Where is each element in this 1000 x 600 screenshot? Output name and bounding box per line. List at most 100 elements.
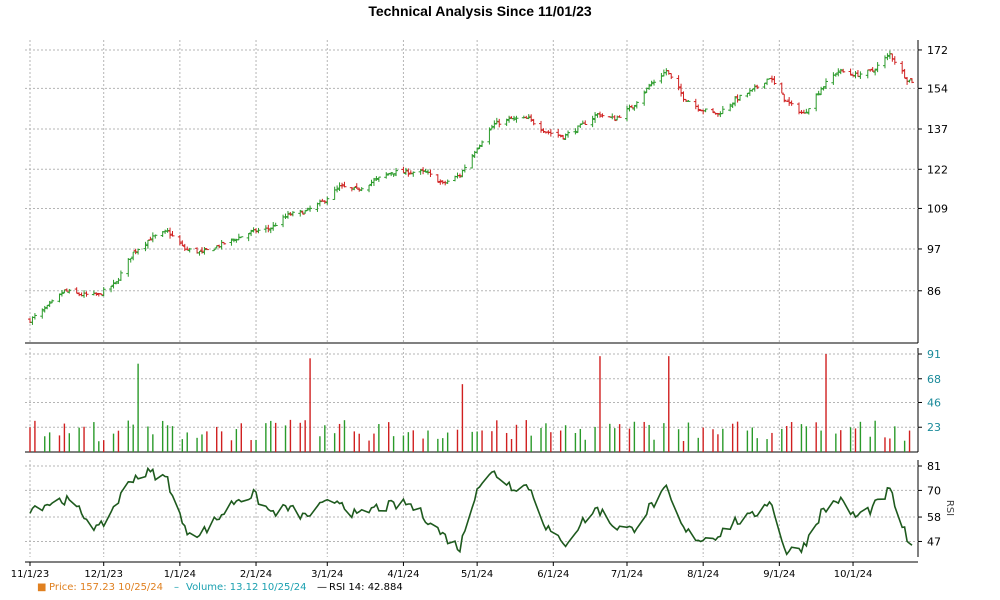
ohlc-bar xyxy=(563,133,568,140)
ohlc-bar xyxy=(116,277,121,284)
ohlc-bar xyxy=(784,100,789,102)
ohlc-bar xyxy=(340,182,345,189)
ohlc-bar xyxy=(865,69,870,79)
rsi-tick-label: 47 xyxy=(927,535,941,548)
ohlc-bar xyxy=(902,68,907,79)
ohlc-bar xyxy=(681,91,686,102)
x-tick-label: 10/1/24 xyxy=(834,569,873,580)
ohlc-bar xyxy=(855,70,860,77)
ohlc-bar xyxy=(32,313,37,320)
ohlc-bar xyxy=(504,118,509,126)
ohlc-bar xyxy=(718,111,723,118)
ohlc-bar xyxy=(747,88,752,96)
rsi-tick-label: 81 xyxy=(927,460,941,473)
ohlc-bar xyxy=(593,112,598,123)
ohlc-bar xyxy=(212,248,217,252)
ohlc-bar xyxy=(890,53,895,62)
chart-title: Technical Analysis Since 11/01/23 xyxy=(368,3,592,19)
ohlc-bar xyxy=(84,291,89,297)
ohlc-bar xyxy=(779,82,784,94)
ohlc-bar xyxy=(150,232,155,243)
ohlc-bar xyxy=(480,140,485,148)
ohlc-bar xyxy=(99,293,104,296)
volume-panel: 91 68 46 23 xyxy=(25,348,941,453)
ohlc-bar xyxy=(750,88,755,92)
ohlc-bar xyxy=(428,169,433,178)
rsi-tick-label: 70 xyxy=(927,484,941,497)
ohlc-bar xyxy=(285,210,290,219)
ohlc-bar xyxy=(887,50,892,59)
ohlc-bar xyxy=(875,62,880,73)
ohlc-bar xyxy=(401,166,406,174)
ohlc-bar xyxy=(806,108,811,115)
ohlc-bar xyxy=(246,233,251,242)
ohlc-bar xyxy=(728,103,733,112)
ohlc-bar xyxy=(411,171,416,177)
ohlc-bar xyxy=(831,72,836,85)
ohlc-bar xyxy=(168,227,173,239)
rsi-tick-label: 58 xyxy=(927,511,941,524)
ohlc-bar xyxy=(772,76,777,85)
ohlc-bar xyxy=(256,227,261,234)
ohlc-bar xyxy=(610,113,615,120)
ohlc-bar xyxy=(59,290,64,297)
rsi-axis-label: RSI xyxy=(944,500,955,516)
ohlc-bar xyxy=(376,176,381,182)
ohlc-bar xyxy=(263,225,268,233)
volume-tick-label: 23 xyxy=(927,421,941,434)
ohlc-bar xyxy=(109,285,114,293)
ohlc-bar xyxy=(219,240,224,250)
ohlc-bar xyxy=(153,234,158,239)
technical-chart: Technical Analysis Since 11/01/23 172 154… xyxy=(11,3,955,593)
ohlc-bar xyxy=(111,279,116,289)
ohlc-bar xyxy=(177,235,182,246)
volume-tick-label: 68 xyxy=(927,373,941,386)
price-tick-label: 97 xyxy=(927,243,941,256)
ohlc-bar xyxy=(733,96,738,107)
ohlc-bar xyxy=(283,213,288,219)
ohlc-bar xyxy=(907,79,912,83)
ohlc-bar xyxy=(445,179,450,184)
legend: ■ Price: 157.23 10/25/24– Volume: 13.12 10… xyxy=(37,582,403,593)
ohlc-bar xyxy=(40,308,45,319)
ohlc-bar xyxy=(133,248,138,255)
ohlc-bar xyxy=(266,224,271,233)
price-tick-label: 109 xyxy=(927,202,948,215)
ohlc-bar xyxy=(669,72,674,80)
ohlc-bar xyxy=(858,71,863,79)
ohlc-bar xyxy=(900,61,905,74)
x-tick-label: 6/1/24 xyxy=(537,569,569,580)
ohlc-bar xyxy=(745,92,750,98)
ohlc-bar xyxy=(652,79,657,86)
ohlc-bar xyxy=(814,93,819,112)
ohlc-bar xyxy=(143,241,148,252)
ohlc-bar xyxy=(298,209,303,217)
ohlc-bar xyxy=(229,238,234,246)
ohlc-bar xyxy=(325,196,330,205)
x-tick-label: 11/1/23 xyxy=(11,569,50,580)
ohlc-bar xyxy=(50,299,55,304)
ohlc-bar xyxy=(222,242,227,245)
ohlc-bar xyxy=(600,113,605,118)
x-tick-label: 9/1/24 xyxy=(763,569,795,580)
ohlc-bar xyxy=(679,83,684,97)
x-tick-label: 8/1/24 xyxy=(687,569,719,580)
ohlc-bar xyxy=(126,258,131,277)
ohlc-bar xyxy=(590,115,595,128)
x-axis: 11/1/23 12/1/23 1/1/24 2/1/24 3/1/24 4/1/24 5/… xyxy=(11,561,918,580)
ohlc-bar xyxy=(561,134,566,140)
ohlc-bar xyxy=(735,94,740,103)
ohlc-bar xyxy=(131,251,136,261)
x-tick-label: 3/1/24 xyxy=(311,569,343,580)
ohlc-bar xyxy=(720,105,725,115)
ohlc-bar xyxy=(487,127,492,145)
ohlc-bar xyxy=(359,187,364,192)
ohlc-bar xyxy=(82,290,87,298)
ohlc-bar xyxy=(462,164,467,173)
ohlc-bar xyxy=(497,118,502,128)
rsi-panel: 81 70 58 47 RSI xyxy=(25,460,955,557)
ohlc-bar xyxy=(642,90,647,106)
ohlc-bar xyxy=(664,68,669,76)
price-tick-label: 137 xyxy=(927,123,948,136)
ohlc-bar xyxy=(634,101,639,109)
